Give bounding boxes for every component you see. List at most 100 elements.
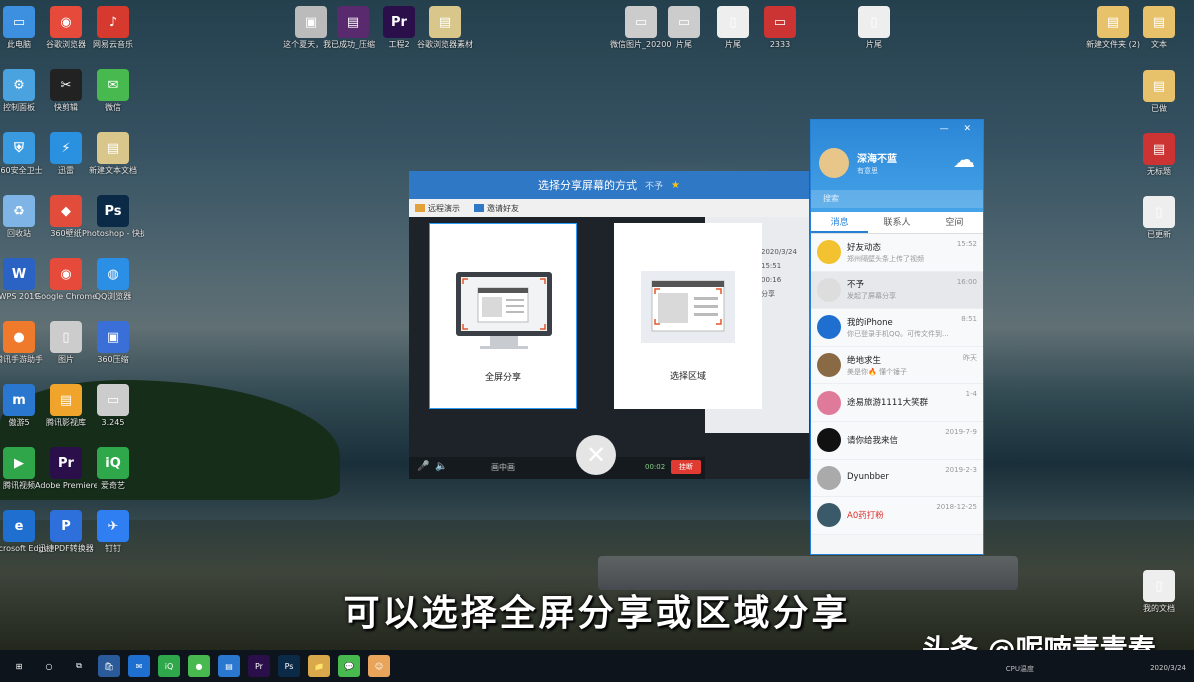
desktop-shortcut[interactable]: ▭ 3.245 [82,384,144,428]
invite-friend-button[interactable]: 邀请好友 [474,203,519,214]
taskbar-app-icon[interactable]: 💬 [338,655,360,677]
desktop-shortcut[interactable]: ◍ QQ浏览器 [82,258,144,302]
taskbar-app-icon[interactable]: ○ [38,655,60,677]
desktop-file[interactable]: ▤ 文本 [1128,6,1190,50]
close-button[interactable]: ✕ [576,435,616,475]
desktop-file[interactable]: ▤ 谷歌浏览器素材 [414,6,476,50]
avatar [817,353,841,378]
list-item[interactable]: Dyunbber 2019-2-3 [811,459,983,498]
desktop-shortcut[interactable]: ✉ 微信 [82,69,144,113]
share-control-bar: 🎤 🔈 画中画 00:02 挂断 [409,457,705,479]
cpu-temp: CPU温度 [1005,665,1034,673]
qq-status[interactable]: 有意思 [857,166,878,176]
desktop-shortcut[interactable]: ▣ 360压缩 [82,321,144,365]
chat-time: 16:00 [956,277,977,286]
desktop-file[interactable]: ▯ 已更新 [1128,196,1190,240]
desktop-icon-label: 谷歌浏览器素材 [417,40,473,49]
speaker-icon[interactable]: 🔈 [435,461,447,472]
list-item[interactable]: 途易旅游1111大笑群 1-4 [811,384,983,422]
pip-button[interactable]: 画中画 [491,462,515,473]
desktop-icon-label: 爱奇艺 [101,481,125,490]
desktop-shortcut[interactable]: ▤ 新建文本文档 [82,132,144,176]
side-time-3: 分享 [761,290,775,298]
taskbar-app-icon[interactable]: iQ [158,655,180,677]
avatar [817,240,841,265]
taskbar-app-icon[interactable]: Ps [278,655,300,677]
taskbar-app-icon[interactable]: Pr [248,655,270,677]
desktop-icon-label: 网易云音乐 [93,40,133,49]
window-controls[interactable]: — ✕ [940,124,977,134]
chat-time: 15:52 [956,240,977,248]
tab-contacts[interactable]: 联系人 [868,212,925,233]
desktop-shortcut-icon: ▤ [50,384,82,416]
search-input[interactable]: 搜索 [811,190,983,208]
desktop-file[interactable]: ▤ 已做 [1128,70,1190,114]
invite-icon [474,204,484,212]
chat-preview: 发起了屏幕分享 [847,292,896,301]
desktop-file-icon: ▭ [764,6,796,38]
remote-demo-button[interactable]: 远程演示 [415,203,460,214]
chat-time: 2019-7-9 [945,427,977,436]
chat-time: 2018-12-25 [936,503,977,512]
desktop-file-icon: ▯ [858,6,890,38]
tab-space[interactable]: 空间 [926,212,983,233]
desktop-shortcut[interactable]: ♪ 网易云音乐 [82,6,144,50]
desktop-shortcut-icon: ▯ [50,321,82,353]
clock-date[interactable]: 2020/3/24 [1150,664,1186,672]
taskbar: ⊞ ○ ⧉ 🛍 ✉ iQ ● ▤ Pr Ps 📁 💬 ☺ CPU温度 2020/3/24 [0,650,1194,682]
desktop-file-icon: ▯ [1143,196,1175,228]
chat-time: 1-4 [965,390,977,399]
desktop-shortcut[interactable]: Ps Photoshop - 快捷方式 [82,195,144,239]
desktop-icon-label: 3.245 [101,418,125,427]
desktop-shortcut-icon: ▣ [97,321,129,353]
share-toolbar: 远程演示 邀请好友 [409,199,809,217]
desktop-shortcut-icon: Ps [97,195,129,227]
fullscreen-share-label: 全屏分享 [484,373,521,383]
taskbar-app-icon[interactable]: 📁 [308,655,330,677]
desktop-shortcut[interactable]: iQ 爱奇艺 [82,447,144,491]
list-item[interactable]: 绝地求生 美是你🔥 懂个锤子 昨天 [811,346,983,385]
fullscreen-share-option[interactable]: 全屏分享 [429,223,577,409]
list-item[interactable]: 不予 发起了屏幕分享 16:00 [811,271,983,310]
desktop-shortcut[interactable]: ✈ 钉钉 [82,510,144,554]
select-area-label: 选择区域 [669,372,706,382]
desktop-shortcut-icon: ⚙ [3,69,35,101]
chat-list: 好友动态 郑州隔壁头条上传了视频 15:52 不予 发起了屏幕分享 16:00 我的iPho… [811,234,983,535]
tab-messages[interactable]: 消息 [811,212,869,233]
desktop-shortcut-icon: Pr [50,447,82,479]
taskbar-app-icon[interactable]: ☺ [368,655,390,677]
taskbar-app-icon[interactable]: ✉ [128,655,150,677]
desktop-icon-label: Photoshop - 快捷方式 [82,229,144,238]
qq-nickname: 深海不蓝 [857,154,897,165]
list-item[interactable]: 请你给我来信 2019-7-9 [811,421,983,460]
desktop-shortcut-icon: ◉ [50,6,82,38]
avatar [817,428,841,453]
chat-name: 好友动态 [847,242,882,253]
mic-icon[interactable]: 🎤 [417,461,429,472]
desktop-icon-label: 无标题 [1147,167,1171,176]
desktop-icon-label: 新建文本文档 [89,166,137,175]
taskbar-app-icon[interactable]: ⊞ [8,655,30,677]
taskbar-app-icon[interactable]: ⧉ [68,655,90,677]
taskbar-app-icon[interactable]: ● [188,655,210,677]
desktop-file-icon: ▤ [1143,70,1175,102]
hangup-button[interactable]: 挂断 [671,460,701,474]
desktop-shortcut-icon: W [3,258,35,290]
select-area-option[interactable]: 选择区域 [614,223,762,409]
taskbar-app-icon[interactable]: 🛍 [98,655,120,677]
desktop-file[interactable]: ▭ 2333 [749,6,811,50]
desktop-file[interactable]: ▤ 无标题 [1128,133,1190,177]
chat-time: 2019-2-3 [945,465,977,474]
chat-preview: 你已登录手机QQ。可传文件到... [847,329,949,338]
desktop-icon-label: 2333 [769,40,791,49]
list-item[interactable]: A0药打粉 2018-12-25 [811,497,983,535]
desktop-shortcut-icon: ▭ [97,384,129,416]
avatar[interactable] [819,148,849,178]
desktop-shortcut-icon: ▭ [3,6,35,38]
desktop-file[interactable]: ▯ 片尾 [843,6,905,50]
list-item[interactable]: 我的iPhone 你已登录手机QQ。可传文件到... 8:51 [811,309,983,347]
side-time-1: 2020/3/24 15:51 [761,248,797,270]
taskbar-app-icon[interactable]: ▤ [218,655,240,677]
weather-icon[interactable]: ☁ [953,148,975,173]
list-item[interactable]: 好友动态 郑州隔壁头条上传了视频 15:52 [811,234,983,272]
